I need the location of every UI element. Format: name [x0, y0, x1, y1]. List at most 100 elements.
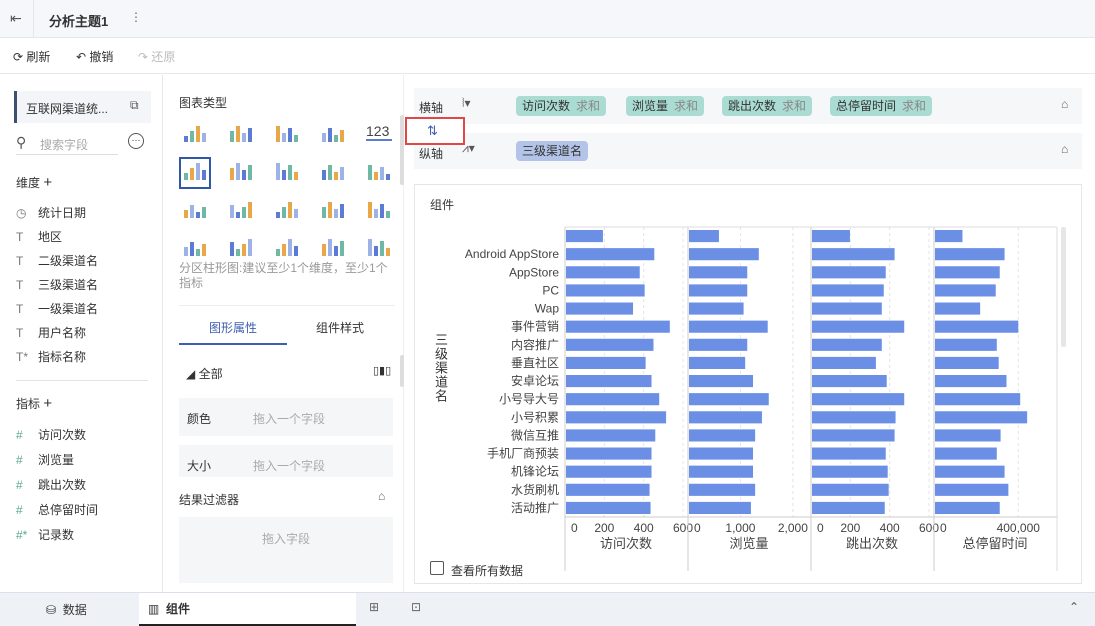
- measure-field[interactable]: # 访问次数: [16, 426, 86, 443]
- bar[interactable]: [935, 501, 1000, 514]
- bar[interactable]: [812, 447, 886, 460]
- bar[interactable]: [566, 338, 654, 351]
- chart-type-bubble[interactable]: [366, 237, 392, 259]
- measure-field[interactable]: # 总停留时间: [16, 501, 98, 518]
- more-icon[interactable]: ⋮: [130, 10, 142, 24]
- all-section-toggle[interactable]: ◢ 全部: [186, 365, 223, 382]
- dimension-field[interactable]: T 三级渠道名: [16, 276, 98, 293]
- bar[interactable]: [566, 320, 670, 333]
- chart-type-area[interactable]: [320, 199, 346, 221]
- bar[interactable]: [566, 356, 646, 369]
- measure-field[interactable]: # 跳出次数: [16, 476, 86, 493]
- bar[interactable]: [935, 266, 1000, 279]
- bar[interactable]: [812, 230, 850, 243]
- axis-type-icon[interactable]: ⦚▾: [462, 96, 471, 111]
- dimension-field[interactable]: T* 指标名称: [16, 348, 86, 365]
- bar[interactable]: [935, 465, 1005, 478]
- bar[interactable]: [935, 411, 1028, 424]
- scrollbar[interactable]: [400, 115, 404, 185]
- chart-type-scatter[interactable]: [320, 237, 346, 259]
- bar[interactable]: [812, 356, 876, 369]
- tab-component-style[interactable]: 组件样式: [316, 319, 364, 336]
- bar[interactable]: [566, 483, 650, 496]
- bar[interactable]: [689, 284, 748, 297]
- bar-chart-icon[interactable]: ▯▮▯: [373, 364, 391, 377]
- swap-axes-button[interactable]: ⇅: [405, 117, 465, 145]
- bar[interactable]: [935, 248, 1005, 261]
- bar[interactable]: [689, 230, 719, 243]
- bar[interactable]: [566, 465, 652, 478]
- chart-type-rose-pie[interactable]: [228, 237, 254, 259]
- bar[interactable]: [566, 393, 660, 406]
- bar[interactable]: [689, 266, 748, 279]
- bar[interactable]: [935, 356, 999, 369]
- dimension-field[interactable]: ◷ 统计日期: [16, 204, 86, 221]
- dimension-field[interactable]: T 二级渠道名: [16, 252, 98, 269]
- bar[interactable]: [566, 411, 667, 424]
- refresh-button[interactable]: ⟳ 刷新: [13, 48, 50, 65]
- x-pill[interactable]: 总停留时间 求和: [830, 96, 933, 116]
- y-pill[interactable]: 三级渠道名: [516, 141, 589, 161]
- bar[interactable]: [812, 266, 886, 279]
- add-dimension-icon[interactable]: +: [43, 174, 52, 191]
- bar[interactable]: [689, 501, 751, 514]
- bar[interactable]: [812, 465, 888, 478]
- undo-button[interactable]: ↶ 撤销: [76, 48, 113, 65]
- add-dashboard-icon[interactable]: ⊡: [411, 600, 421, 614]
- bar[interactable]: [566, 230, 603, 243]
- tab-data[interactable]: ⛁ 数据: [46, 601, 87, 618]
- x-pill[interactable]: 访问次数 求和: [516, 96, 607, 116]
- collapse-icon[interactable]: ⌃: [1069, 600, 1079, 614]
- clear-filter-icon[interactable]: ⌂: [378, 489, 385, 503]
- bar[interactable]: [689, 338, 748, 351]
- chart-type-kpi-card[interactable]: [320, 123, 346, 145]
- y-axis-shelf[interactable]: 纵轴 ⩘▾ 三级渠道名 ⌂: [414, 133, 1082, 169]
- more-options-icon[interactable]: ···: [128, 133, 144, 149]
- chart-scrollbar[interactable]: [1061, 227, 1066, 347]
- bar[interactable]: [689, 375, 754, 388]
- bar[interactable]: [689, 320, 768, 333]
- chart-type-multi-line[interactable]: [228, 199, 254, 221]
- bar[interactable]: [689, 393, 769, 406]
- bar[interactable]: [812, 248, 895, 261]
- bar[interactable]: [566, 501, 651, 514]
- chart-type-waterfall[interactable]: [366, 161, 392, 183]
- clear-axis-icon[interactable]: ⌂: [1061, 97, 1068, 111]
- chart-type-line[interactable]: [182, 199, 208, 221]
- bar[interactable]: [566, 284, 645, 297]
- color-drop-zone[interactable]: 颜色 拖入一个字段: [179, 398, 393, 436]
- bar[interactable]: [812, 338, 882, 351]
- bar[interactable]: [566, 248, 655, 261]
- dimension-field[interactable]: T 一级渠道名: [16, 300, 98, 317]
- bar[interactable]: [935, 393, 1021, 406]
- x-axis-shelf[interactable]: 横轴 ⦚▾ 访问次数 求和 浏览量 求和 跳出次数 求和 总停留时间 求和 ⌂: [414, 88, 1082, 124]
- size-drop-zone[interactable]: 大小 拖入一个字段: [179, 445, 393, 477]
- bar[interactable]: [935, 338, 997, 351]
- x-pill[interactable]: 跳出次数 求和: [722, 96, 813, 116]
- show-all-checkbox[interactable]: [430, 561, 444, 575]
- clear-axis-icon[interactable]: ⌂: [1061, 142, 1068, 156]
- dimension-field[interactable]: T 地区: [16, 228, 62, 245]
- bar[interactable]: [689, 411, 762, 424]
- chart-type-multi-bar[interactable]: [274, 161, 300, 183]
- bar[interactable]: [812, 393, 905, 406]
- bar[interactable]: [935, 302, 981, 315]
- bar[interactable]: [935, 429, 1001, 442]
- bar[interactable]: [812, 320, 905, 333]
- bar[interactable]: [566, 302, 634, 315]
- chart-type-stacked-bar[interactable]: [228, 161, 254, 183]
- bar[interactable]: [812, 429, 895, 442]
- search-field[interactable]: ⚲ 搜索字段: [16, 133, 118, 155]
- chart-type-detail-table[interactable]: [274, 123, 300, 145]
- bar[interactable]: [935, 483, 1009, 496]
- dataset-selector[interactable]: 互联网渠道统... ⧉: [14, 91, 151, 123]
- chart-type-table[interactable]: [182, 123, 208, 145]
- tab-graphic-properties[interactable]: 图形属性: [209, 319, 257, 336]
- bar[interactable]: [812, 375, 887, 388]
- bar[interactable]: [566, 447, 652, 460]
- bar[interactable]: [935, 320, 1019, 333]
- filter-drop-zone[interactable]: 拖入字段: [179, 517, 393, 583]
- bar[interactable]: [689, 356, 746, 369]
- bar[interactable]: [689, 465, 754, 478]
- bar[interactable]: [812, 411, 896, 424]
